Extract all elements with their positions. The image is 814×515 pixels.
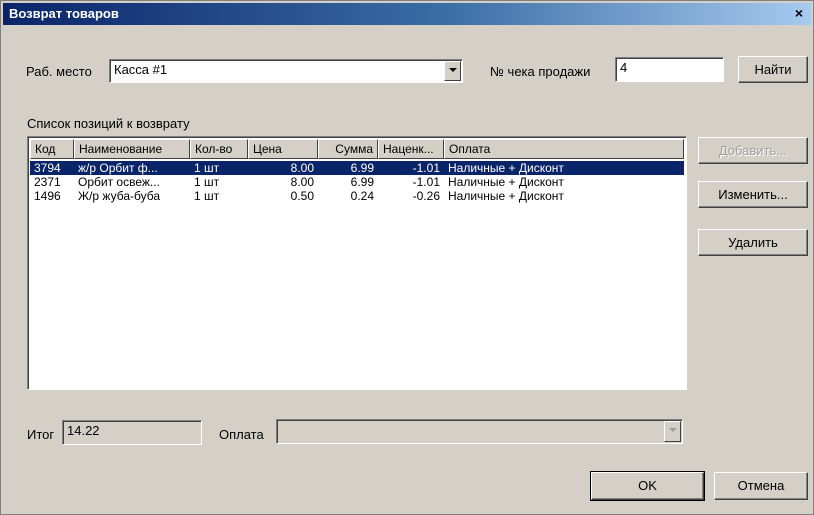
cell-payment: Наличные + Дисконт bbox=[448, 161, 564, 175]
table-row[interactable]: 1496 Ж/р жуба-буба 1 шт 0.50 0.24 -0.26 … bbox=[30, 189, 684, 203]
workplace-value: Касса #1 bbox=[114, 62, 168, 77]
delete-button-label: Удалить bbox=[728, 235, 778, 250]
total-field: 14.22 bbox=[62, 420, 202, 445]
receipt-number-label: № чека продажи bbox=[490, 64, 591, 79]
table-row[interactable]: 3794 ж/р Орбит ф... 1 шт 8.00 6.99 -1.01… bbox=[30, 161, 684, 175]
cell-name: Ж/р жуба-буба bbox=[78, 189, 161, 203]
window-title: Возврат товаров bbox=[9, 6, 119, 21]
title-bar: Возврат товаров × bbox=[3, 3, 811, 25]
cell-code: 3794 bbox=[34, 161, 61, 175]
cell-price: 8.00 bbox=[290, 161, 314, 175]
chevron-down-icon[interactable] bbox=[664, 421, 681, 442]
cell-code: 2371 bbox=[34, 175, 61, 189]
cell-price: 8.00 bbox=[290, 175, 314, 189]
ok-button-label: OK bbox=[638, 478, 657, 493]
ok-button[interactable]: OK bbox=[590, 471, 705, 501]
cell-sum: 0.24 bbox=[350, 189, 374, 203]
add-button[interactable]: Добавить... bbox=[698, 137, 808, 164]
cell-qty: 1 шт bbox=[194, 161, 220, 175]
cancel-button-label: Отмена bbox=[737, 478, 785, 493]
cell-markup: -1.01 bbox=[412, 175, 440, 189]
edit-button[interactable]: Изменить... bbox=[698, 181, 808, 208]
column-header-markup[interactable]: Наценк... bbox=[378, 139, 444, 159]
cell-markup: -0.26 bbox=[412, 189, 440, 203]
workplace-label: Раб. место bbox=[26, 64, 92, 79]
payment-label: Оплата bbox=[219, 427, 264, 442]
edit-button-label: Изменить... bbox=[718, 187, 788, 202]
cell-price: 0.50 bbox=[290, 189, 314, 203]
column-header-code[interactable]: Код bbox=[30, 139, 74, 159]
chevron-down-icon[interactable] bbox=[444, 61, 461, 81]
cell-markup: -1.01 bbox=[412, 161, 440, 175]
find-button-label: Найти bbox=[754, 62, 792, 77]
total-label: Итог bbox=[27, 427, 55, 442]
workplace-select[interactable]: Касса #1 bbox=[109, 59, 463, 83]
cell-payment: Наличные + Дисконт bbox=[448, 189, 564, 203]
find-button[interactable]: Найти bbox=[738, 56, 808, 83]
cell-name: ж/р Орбит ф... bbox=[78, 161, 158, 175]
cell-payment: Наличные + Дисконт bbox=[448, 175, 564, 189]
column-header-price[interactable]: Цена bbox=[248, 139, 318, 159]
cell-sum: 6.99 bbox=[350, 161, 374, 175]
cell-code: 1496 bbox=[34, 189, 61, 203]
return-goods-dialog: Возврат товаров × Раб. место Касса #1 № … bbox=[0, 0, 814, 515]
return-items-list[interactable]: Код Наименование Кол-во Цена Сумма Нацен… bbox=[27, 136, 687, 390]
payment-select[interactable] bbox=[276, 419, 683, 444]
column-header-payment[interactable]: Оплата bbox=[444, 139, 684, 159]
return-list-label: Список позиций к возврату bbox=[27, 116, 190, 131]
column-header-sum[interactable]: Сумма bbox=[318, 139, 378, 159]
delete-button[interactable]: Удалить bbox=[698, 229, 808, 256]
table-row[interactable]: 2371 Орбит освеж... 1 шт 8.00 6.99 -1.01… bbox=[30, 175, 684, 189]
receipt-number-input[interactable]: 4 bbox=[615, 57, 724, 82]
cell-name: Орбит освеж... bbox=[78, 175, 160, 189]
cell-sum: 6.99 bbox=[350, 175, 374, 189]
cell-qty: 1 шт bbox=[194, 189, 220, 203]
cancel-button[interactable]: Отмена bbox=[714, 472, 808, 500]
column-header-name[interactable]: Наименование bbox=[74, 139, 190, 159]
receipt-number-value: 4 bbox=[620, 60, 628, 75]
total-value: 14.22 bbox=[67, 423, 100, 438]
close-icon[interactable]: × bbox=[791, 6, 807, 22]
list-header: Код Наименование Кол-во Цена Сумма Нацен… bbox=[30, 139, 684, 159]
add-button-label: Добавить... bbox=[718, 143, 788, 158]
column-header-qty[interactable]: Кол-во bbox=[190, 139, 248, 159]
cell-qty: 1 шт bbox=[194, 175, 220, 189]
